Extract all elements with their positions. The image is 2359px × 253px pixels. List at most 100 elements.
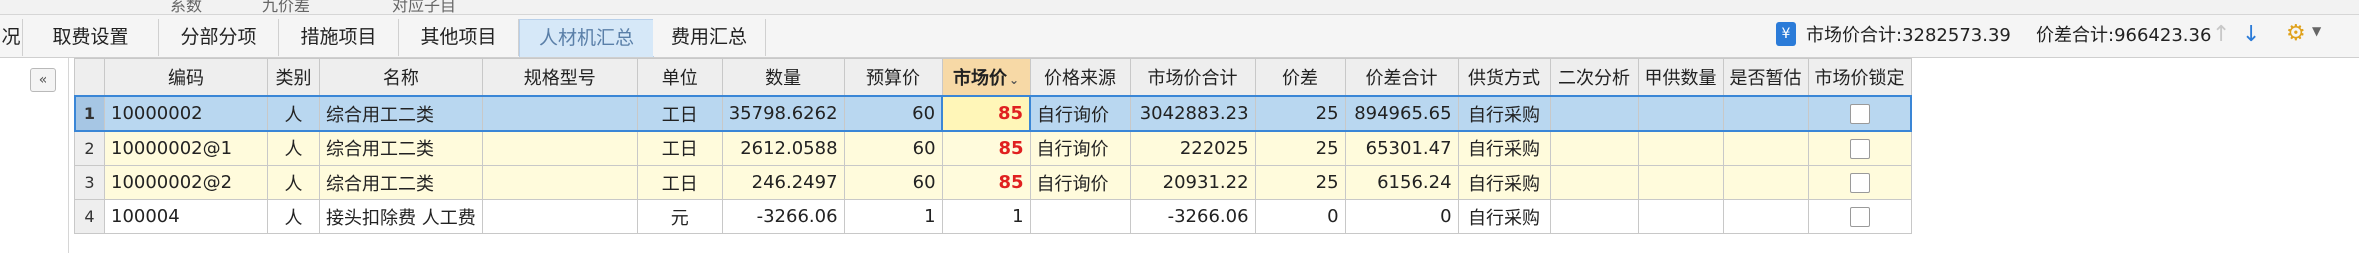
header-diff-total[interactable]: 价差合计 [1344, 58, 1459, 97]
cell-diff-total[interactable]: 65301.47 [1344, 130, 1459, 166]
cell-supply-method[interactable]: 自行采购 [1457, 199, 1551, 234]
cell-secondary-analysis[interactable] [1549, 130, 1639, 166]
tab-items[interactable]: 分部分项 [159, 19, 279, 56]
table-row[interactable]: 1 10000002 人 综合用工二类 工日 35798.6262 60 85 … [73, 95, 1913, 132]
tab-measures[interactable]: 措施项目 [279, 19, 399, 56]
cell-spec[interactable] [481, 199, 638, 234]
cell-spec[interactable] [481, 95, 638, 132]
cell-diff[interactable]: 0 [1254, 199, 1346, 234]
tab-overview[interactable]: 况 [0, 19, 23, 56]
cell-diff-total[interactable]: 6156.24 [1344, 165, 1459, 200]
cell-price-source[interactable]: 自行询价 [1029, 95, 1131, 132]
price-lock-checkbox[interactable] [1849, 173, 1870, 193]
cell-unit[interactable]: 工日 [636, 95, 723, 132]
header-is-estimate[interactable]: 是否暂估 [1722, 58, 1809, 97]
cell-market-total[interactable]: 222025 [1129, 130, 1256, 166]
toolbar-item-price-diff[interactable]: 九价差 [262, 0, 310, 14]
cell-owner-supply-qty[interactable] [1637, 130, 1724, 166]
row-number[interactable]: 4 [74, 199, 105, 234]
header-category[interactable]: 类别 [267, 58, 320, 97]
tab-fee-settings[interactable]: 取费设置 [23, 19, 159, 56]
cell-supply-method[interactable]: 自行采购 [1457, 165, 1551, 200]
cell-diff[interactable]: 25 [1254, 165, 1346, 200]
arrow-down-icon[interactable]: ↓ [2242, 22, 2260, 48]
cell-quantity[interactable]: 35798.6262 [721, 95, 845, 132]
header-unit[interactable]: 单位 [636, 58, 723, 97]
header-market-price[interactable]: 市场价 ⌄ [941, 58, 1031, 97]
cell-is-estimate[interactable] [1722, 165, 1809, 200]
cell-secondary-analysis[interactable] [1549, 199, 1639, 234]
cell-is-estimate[interactable] [1722, 130, 1809, 166]
header-name[interactable]: 名称 [319, 58, 483, 97]
cell-supply-method[interactable]: 自行采购 [1457, 95, 1551, 132]
cell-diff[interactable]: 25 [1254, 130, 1346, 166]
cell-code[interactable]: 100004 [104, 199, 268, 234]
cell-unit[interactable]: 工日 [636, 165, 723, 200]
header-market-total[interactable]: 市场价合计 [1129, 58, 1256, 97]
cell-category[interactable]: 人 [267, 130, 320, 166]
cell-name[interactable]: 接头扣除费 人工费 [319, 199, 483, 234]
cell-spec[interactable] [481, 130, 638, 166]
cell-category[interactable]: 人 [267, 95, 320, 132]
header-quantity[interactable]: 数量 [721, 58, 845, 97]
cell-code[interactable]: 10000002 [104, 95, 268, 132]
cell-price-source[interactable]: 自行询价 [1029, 165, 1131, 200]
collapse-button[interactable]: « [30, 68, 56, 92]
table-row[interactable]: 2 10000002@1 人 综合用工二类 工日 2612.0588 60 85… [74, 130, 1912, 166]
chevron-down-icon[interactable]: ▼ [2312, 24, 2321, 38]
header-code[interactable]: 编码 [104, 58, 268, 97]
cell-code[interactable]: 10000002@2 [104, 165, 268, 200]
arrow-up-icon[interactable]: ↑ [2212, 22, 2230, 48]
cell-market-price[interactable]: 85 [941, 165, 1031, 200]
cell-unit[interactable]: 工日 [636, 130, 723, 166]
cell-secondary-analysis[interactable] [1549, 95, 1639, 132]
cell-budget-price[interactable]: 1 [843, 199, 943, 234]
tab-labor-material-summary[interactable]: 人材机汇总 [519, 19, 654, 57]
cell-budget-price[interactable]: 60 [843, 95, 943, 132]
cell-market-price[interactable]: 85 [941, 95, 1032, 132]
cell-diff[interactable]: 25 [1254, 95, 1346, 132]
header-supply-method[interactable]: 供货方式 [1457, 58, 1551, 97]
cell-is-estimate[interactable] [1722, 95, 1809, 132]
tab-cost-summary[interactable]: 费用汇总 [653, 19, 766, 56]
price-lock-checkbox[interactable] [1849, 207, 1870, 227]
toolbar-item-coefficient[interactable]: 系数 [170, 0, 202, 14]
header-price-source[interactable]: 价格来源 [1029, 58, 1131, 97]
cell-diff-total[interactable]: 0 [1344, 199, 1459, 234]
cell-category[interactable]: 人 [267, 199, 320, 234]
header-diff[interactable]: 价差 [1254, 58, 1346, 97]
cell-price-source[interactable] [1029, 199, 1131, 234]
cell-quantity[interactable]: -3266.06 [721, 199, 845, 234]
header-price-locked[interactable]: 市场价锁定 [1807, 58, 1912, 97]
cell-budget-price[interactable]: 60 [843, 130, 943, 166]
settings-icon[interactable]: ⚙ [2286, 22, 2308, 46]
header-budget-price[interactable]: 预算价 [843, 58, 943, 97]
cell-budget-price[interactable]: 60 [843, 165, 943, 200]
cell-owner-supply-qty[interactable] [1637, 95, 1724, 132]
price-lock-checkbox[interactable] [1849, 138, 1870, 159]
cell-unit[interactable]: 元 [636, 199, 723, 234]
cell-supply-method[interactable]: 自行采购 [1457, 130, 1551, 166]
header-owner-supply-qty[interactable]: 甲供数量 [1637, 58, 1724, 97]
cell-diff-total[interactable]: 894965.65 [1344, 95, 1459, 132]
cell-name[interactable]: 综合用工二类 [319, 95, 483, 132]
cell-market-price[interactable]: 85 [941, 130, 1031, 166]
cell-name[interactable]: 综合用工二类 [319, 130, 483, 166]
cell-quantity[interactable]: 246.2497 [721, 165, 845, 200]
cell-name[interactable]: 综合用工二类 [319, 165, 483, 200]
price-lock-checkbox[interactable] [1849, 104, 1870, 124]
cell-owner-supply-qty[interactable] [1637, 199, 1724, 234]
cell-market-total[interactable]: 3042883.23 [1129, 95, 1256, 132]
cell-category[interactable]: 人 [267, 165, 320, 200]
toolbar-item-related[interactable]: 对应子目 [392, 0, 456, 14]
cell-price-source[interactable]: 自行询价 [1029, 130, 1131, 166]
cell-owner-supply-qty[interactable] [1637, 165, 1724, 200]
cell-quantity[interactable]: 2612.0588 [721, 130, 845, 166]
row-number[interactable]: 2 [74, 130, 105, 166]
cell-market-price[interactable]: 1 [941, 199, 1031, 234]
table-row[interactable]: 3 10000002@2 人 综合用工二类 工日 246.2497 60 85 … [74, 165, 1912, 200]
header-spec[interactable]: 规格型号 [481, 58, 638, 97]
tab-other-items[interactable]: 其他项目 [399, 19, 519, 56]
cell-secondary-analysis[interactable] [1549, 165, 1639, 200]
cell-market-total[interactable]: -3266.06 [1129, 199, 1256, 234]
